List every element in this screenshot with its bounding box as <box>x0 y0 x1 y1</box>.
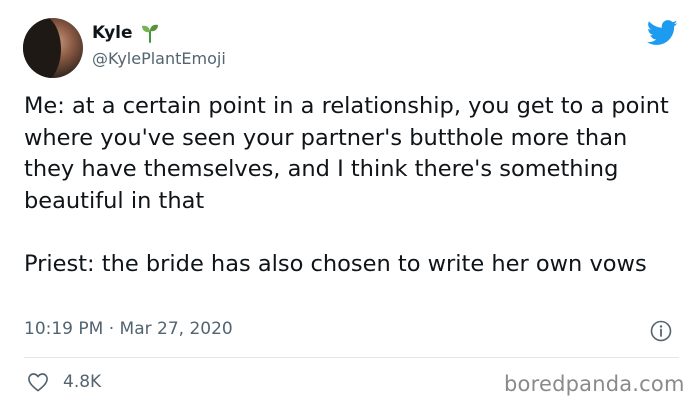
tweet-timestamp[interactable]: 10:19 PM · Mar 27, 2020 <box>24 318 233 340</box>
tweet-text: Me: at a certain point in a relationship… <box>24 91 684 280</box>
sprout-icon <box>141 24 158 43</box>
avatar[interactable] <box>23 18 83 78</box>
author-name-row[interactable]: Kyle <box>92 22 159 44</box>
divider <box>24 357 679 358</box>
twitter-bird-icon[interactable] <box>647 20 678 46</box>
tweet-paragraph: Me: at a certain point in a relationship… <box>24 93 669 214</box>
tweet-time[interactable]: 10:19 PM <box>24 319 103 339</box>
meta-separator: · <box>108 319 115 339</box>
like-button[interactable]: 4.8K <box>27 372 101 392</box>
tweet-paragraph: Priest: the bride has also chosen to wri… <box>24 250 647 277</box>
like-count: 4.8K <box>63 372 102 392</box>
author-name[interactable]: Kyle <box>92 22 133 44</box>
tweet-date[interactable]: Mar 27, 2020 <box>120 319 233 339</box>
watermark: boredpanda.com <box>504 372 685 396</box>
author-handle[interactable]: @KylePlantEmoji <box>92 49 226 69</box>
heart-icon[interactable] <box>27 372 49 392</box>
info-icon[interactable] <box>650 320 672 342</box>
